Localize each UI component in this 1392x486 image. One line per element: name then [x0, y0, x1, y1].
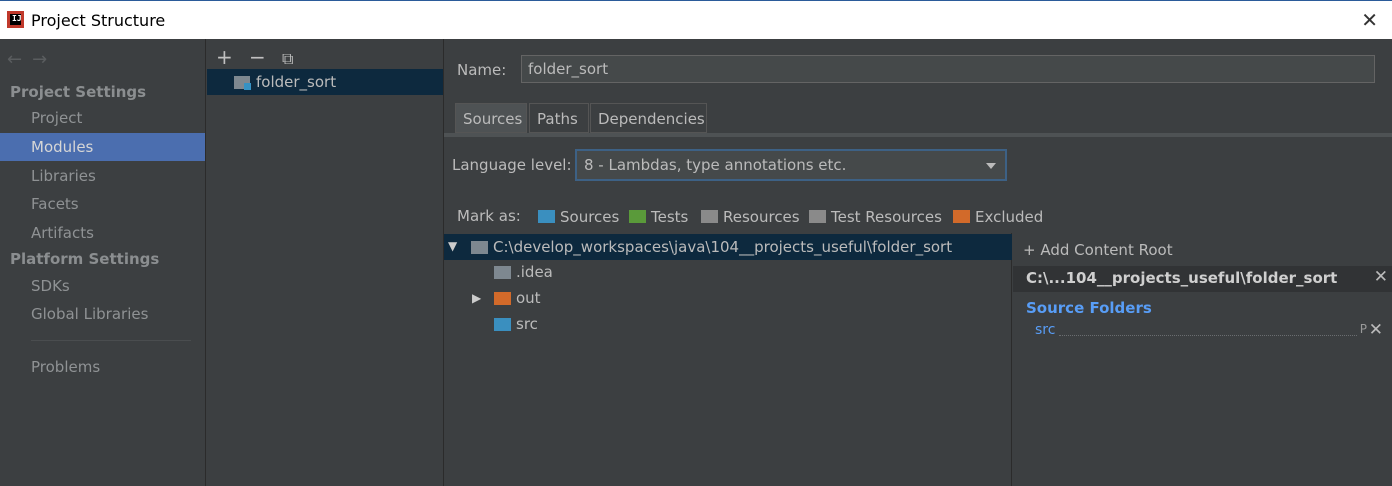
language-level-select[interactable]: 8 - Lambdas, type annotations etc.	[575, 149, 1007, 181]
sidebar-item-global-libraries[interactable]: Global Libraries	[0, 300, 205, 328]
tab-sources[interactable]: Sources	[455, 103, 527, 133]
tests-folder-icon	[629, 210, 646, 223]
minus-icon[interactable]: −	[249, 45, 282, 69]
tree-item-src[interactable]: src	[516, 315, 538, 333]
chevron-down-icon	[986, 163, 996, 169]
module-folder-icon	[234, 76, 251, 90]
name-label: Name:	[457, 61, 507, 79]
mark-as-label: Mark as:	[457, 207, 521, 225]
language-level-value: 8 - Lambdas, type annotations etc.	[584, 156, 847, 174]
intellij-icon: IJ	[7, 11, 24, 28]
module-list-label: folder_sort	[256, 73, 337, 91]
test-resources-folder-icon	[809, 210, 826, 223]
title-bar: IJ Project Structure ✕	[0, 0, 1392, 39]
project-settings-header: Project Settings	[10, 83, 147, 101]
sources-folder-icon	[494, 318, 511, 331]
close-icon[interactable]: ✕	[1369, 320, 1383, 340]
tree-item-idea[interactable]: .idea	[516, 263, 553, 281]
window-title: Project Structure	[31, 11, 166, 30]
excluded-folder-icon	[953, 210, 970, 223]
source-folder-row: src P ✕	[1035, 320, 1387, 340]
module-name-input[interactable]	[521, 55, 1375, 83]
sidebar-item-problems[interactable]: Problems	[0, 353, 205, 381]
source-folders-header: Source Folders	[1026, 299, 1152, 317]
tree-root-label: C:\develop_workspaces\java\104__projects…	[493, 238, 953, 256]
tree-root-row[interactable]: ▼ C:\develop_workspaces\java\104__projec…	[444, 234, 1012, 260]
content-root-tree: ▼ C:\develop_workspaces\java\104__projec…	[444, 233, 1012, 486]
sidebar-item-artifacts[interactable]: Artifacts	[0, 219, 205, 247]
sidebar-item-libraries[interactable]: Libraries	[0, 162, 205, 190]
language-level-label: Language level:	[452, 156, 572, 174]
tree-item-out[interactable]: out	[516, 289, 541, 307]
module-details: Name: Sources Paths Dependencies Languag…	[444, 39, 1392, 486]
settings-sidebar: ←→ Project Settings Project Modules Libr…	[0, 39, 206, 486]
plus-icon: +	[1023, 241, 1036, 259]
content-root-panel: + Add Content Root C:\...104__projects_u…	[1013, 233, 1392, 486]
sidebar-item-project[interactable]: Project	[0, 104, 205, 132]
add-content-root-button[interactable]: + Add Content Root	[1023, 241, 1173, 259]
tab-dependencies[interactable]: Dependencies	[590, 103, 707, 133]
expand-arrow-icon[interactable]: ▶	[472, 291, 481, 305]
resources-folder-icon	[701, 210, 718, 223]
sidebar-item-sdks[interactable]: SDKs	[0, 272, 205, 300]
sources-folder-icon	[538, 210, 555, 223]
content-root-path: C:\...104__projects_useful\folder_sort	[1026, 269, 1338, 287]
source-folder-src[interactable]: src	[1035, 322, 1055, 338]
sidebar-divider	[31, 340, 191, 341]
properties-icon[interactable]: P	[1360, 322, 1367, 336]
tab-underline	[444, 133, 1392, 137]
module-list-item[interactable]: folder_sort	[207, 69, 443, 95]
content-root-path-row: C:\...104__projects_useful\folder_sort ✕	[1013, 266, 1392, 292]
tab-paths[interactable]: Paths	[529, 103, 589, 133]
collapse-arrow-icon[interactable]: ▼	[448, 239, 457, 253]
sidebar-item-modules[interactable]: Modules	[0, 133, 205, 161]
excluded-folder-icon	[494, 292, 511, 305]
folder-icon	[471, 241, 488, 254]
plus-icon[interactable]: +	[216, 45, 249, 69]
close-icon[interactable]: ✕	[1374, 267, 1388, 287]
modules-panel: + − ⧉ folder_sort	[206, 39, 444, 486]
folder-icon	[494, 266, 511, 279]
platform-settings-header: Platform Settings	[10, 250, 160, 268]
arrow-right-icon[interactable]: →	[32, 49, 57, 70]
modules-toolbar: + − ⧉	[216, 45, 315, 69]
copy-icon[interactable]: ⧉	[282, 49, 315, 69]
sidebar-item-facets[interactable]: Facets	[0, 190, 205, 218]
close-icon[interactable]: ✕	[1361, 8, 1378, 32]
arrow-left-icon[interactable]: ←	[7, 49, 32, 70]
